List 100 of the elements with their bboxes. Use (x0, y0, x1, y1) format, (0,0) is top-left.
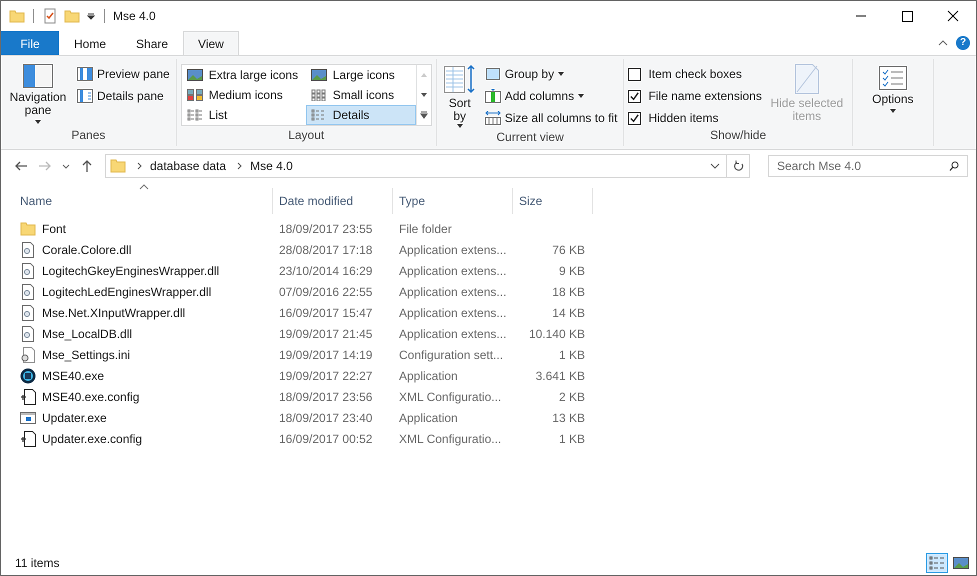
file-size: 9 KB (558, 264, 585, 278)
app-icon (20, 368, 36, 384)
grid-icon (310, 89, 327, 101)
checkbox[interactable]: Hidden items (628, 108, 762, 128)
layout-option[interactable]: Medium icons (182, 85, 306, 105)
caret-icon (558, 72, 564, 76)
pane-layout-icon (77, 89, 93, 103)
document-icon (20, 304, 36, 320)
file-name[interactable]: MSE40.exe.config (42, 390, 140, 404)
view-command-button[interactable]: Add columns (482, 86, 620, 106)
layout-option[interactable]: Large icons (306, 65, 416, 85)
breadcrumb[interactable]: Mse 4.0 (250, 159, 293, 173)
file-name[interactable]: MSE40.exe (42, 368, 104, 382)
window-icon (20, 410, 36, 426)
file-type: Application (399, 368, 458, 382)
group-label: Panes (70, 128, 106, 144)
date-modified: 18/09/2017 23:55 (279, 222, 372, 236)
file-type: Application extens... (399, 242, 506, 256)
group-label: Show/hide (709, 128, 768, 144)
column-header[interactable]: Name (14, 188, 273, 214)
checkbox-box[interactable] (628, 90, 642, 102)
file-name[interactable]: LogitechLedEnginesWrapper.dll (42, 284, 212, 298)
checkbox[interactable]: File name extensions (628, 86, 762, 106)
options-button[interactable]: Options (856, 62, 929, 117)
chevron-icon[interactable] (136, 162, 144, 170)
ribbon-tab[interactable]: View (183, 31, 239, 55)
view-command-button[interactable]: Group by (482, 64, 620, 84)
layout-option[interactable]: List (182, 105, 306, 125)
file-name[interactable]: Mse.Net.XInputWrapper.dll (42, 306, 186, 320)
file-name[interactable]: LogitechGkeyEnginesWrapper.dll (42, 264, 220, 278)
date-modified: 16/09/2017 15:47 (279, 306, 372, 320)
help-button[interactable]: ? (956, 36, 970, 50)
breadcrumb[interactable]: database data (150, 159, 226, 173)
column-header[interactable]: Size (513, 188, 593, 214)
checklist-icon[interactable] (42, 8, 58, 24)
document-icon (20, 242, 36, 258)
search-field[interactable]: Search Mse 4.0 (768, 155, 968, 177)
document-icon (20, 346, 36, 362)
document-icon (20, 284, 36, 300)
view-command-button[interactable]: Size all columns to fit (482, 108, 620, 128)
file-type: File folder (399, 222, 452, 236)
collapse-icon[interactable] (938, 38, 948, 48)
file-type: Configuration sett... (399, 348, 504, 362)
layout-option[interactable]: Small icons (306, 85, 416, 105)
file-type: XML Configuratio... (399, 432, 502, 446)
list-icon (929, 556, 945, 570)
date-modified: 28/08/2017 17:18 (279, 242, 372, 256)
file-name[interactable]: Font (42, 222, 66, 236)
group-label: Current view (495, 130, 565, 146)
details-view-button[interactable] (926, 553, 948, 573)
image-icon (953, 556, 969, 570)
column-header[interactable]: Type (393, 188, 513, 214)
file-size: 3.641 KB (536, 368, 585, 382)
resize-columns-icon (484, 111, 501, 125)
file-name[interactable]: Corale.Colore.dll (42, 242, 132, 256)
file-type: Application extens... (399, 264, 506, 278)
column-header[interactable]: Date modified (273, 188, 393, 214)
caret-icon (456, 124, 463, 128)
date-modified: 18/09/2017 23:40 (279, 410, 372, 424)
pane-button[interactable]: Details pane (75, 86, 172, 106)
file-size: 76 KB (552, 242, 585, 256)
list-icon (310, 109, 327, 121)
refresh-icon[interactable] (733, 160, 745, 172)
ribbon-tab[interactable]: File (1, 31, 59, 55)
grid-icon (186, 89, 203, 101)
dropdown-icon[interactable] (710, 161, 720, 171)
pane-layout-icon (77, 67, 93, 81)
ribbon-tab[interactable]: Share (121, 31, 184, 55)
document-icon (20, 430, 36, 446)
layout-option[interactable]: Details (306, 105, 416, 125)
file-name[interactable]: Mse_Settings.ini (42, 348, 130, 362)
layout-option[interactable]: Extra large icons (182, 65, 306, 85)
address-bar[interactable]: database data Mse 4.0 (105, 154, 750, 178)
file-name[interactable]: Updater.exe (42, 410, 107, 424)
file-name[interactable]: Updater.exe.config (42, 432, 142, 446)
file-size: 1 KB (558, 432, 585, 446)
image-icon (186, 69, 203, 81)
file-type: Application (399, 410, 458, 424)
list-icon (186, 109, 203, 121)
expand-icon[interactable] (418, 111, 429, 119)
checklist-icon (878, 66, 907, 90)
date-modified: 19/09/2017 14:19 (279, 348, 372, 362)
chevron-icon[interactable] (236, 162, 244, 170)
file-name[interactable]: Mse_LocalDB.dll (42, 326, 132, 340)
navigation-pane-button[interactable]: Navigation pane (5, 62, 71, 126)
group-icon (484, 67, 501, 81)
search-icon (948, 160, 960, 172)
checkbox-box[interactable] (628, 68, 642, 80)
window-title: Mse 4.0 (113, 9, 156, 23)
checkbox[interactable]: Item check boxes (628, 64, 762, 84)
scroll-down-icon[interactable] (418, 91, 429, 99)
dropdown-icon[interactable] (86, 11, 96, 21)
checkbox-box[interactable] (628, 112, 642, 124)
sort-by-button[interactable]: Sort by (440, 62, 479, 130)
file-size: 14 KB (552, 306, 585, 320)
folder-icon (20, 220, 36, 236)
pane-button[interactable]: Preview pane (75, 64, 172, 84)
document-icon (20, 262, 36, 278)
ribbon-tab[interactable]: Home (59, 31, 122, 55)
caret-icon (35, 120, 41, 124)
